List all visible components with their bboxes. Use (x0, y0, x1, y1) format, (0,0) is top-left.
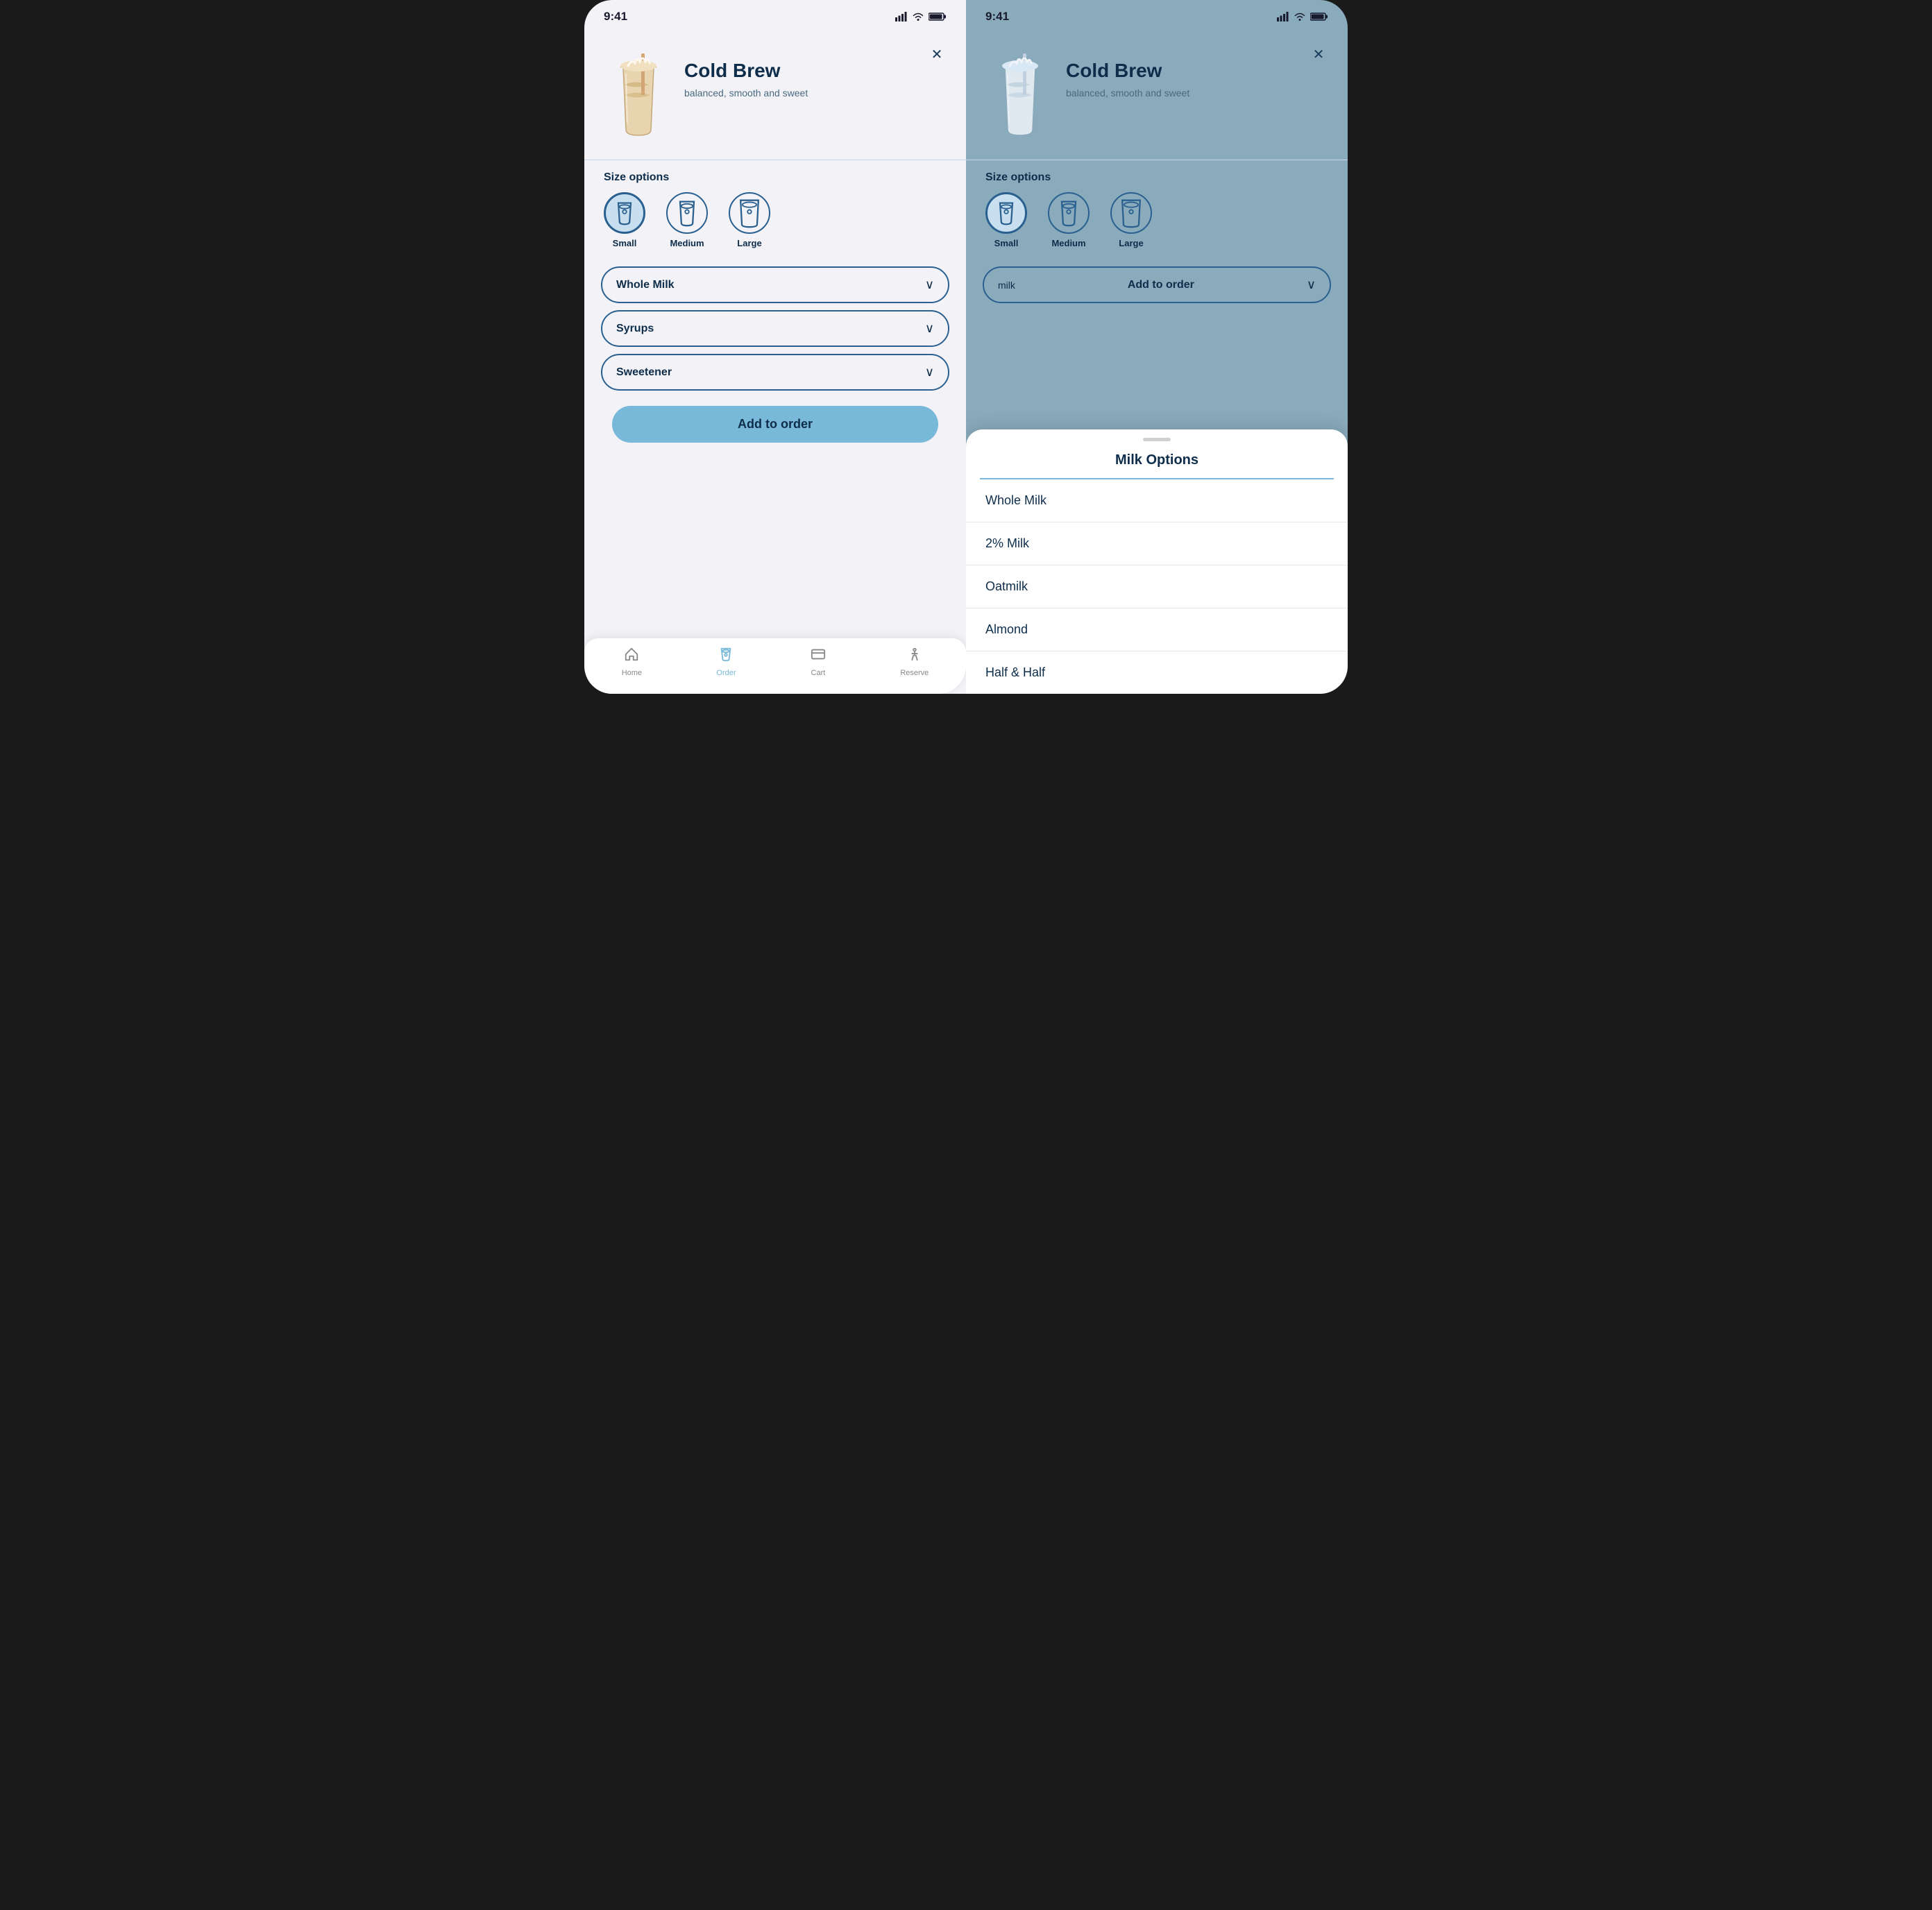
order-bar-right[interactable]: milk Add to order ∨ (983, 266, 1331, 303)
status-time-left: 9:41 (604, 10, 627, 24)
milk-option-almond[interactable]: Almond (966, 608, 1348, 651)
cart-label-left: Cart (811, 669, 826, 677)
cold-brew-image-left (611, 46, 666, 144)
close-button-right[interactable]: ✕ (1306, 42, 1331, 67)
nav-home-left[interactable]: Home (622, 647, 642, 677)
sheet-title: Milk Options (980, 452, 1334, 479)
product-info-right: Cold Brew balanced, smooth and sweet (1066, 43, 1189, 101)
product-image-right (985, 43, 1055, 147)
product-desc-left: balanced, smooth and sweet (684, 86, 808, 101)
size-small-label-left: Small (613, 238, 637, 248)
home-icon-left (624, 647, 639, 666)
milk-option-2pct[interactable]: 2% Milk (966, 522, 1348, 565)
signal-icon (895, 12, 908, 22)
cup-small-icon (613, 201, 636, 225)
right-screen: 9:41 ✕ (966, 0, 1348, 694)
size-options-left: Small Medium (584, 192, 966, 259)
product-info-left: Cold Brew balanced, smooth and sweet (684, 43, 808, 101)
add-to-order-button-left[interactable]: Add to order (612, 406, 938, 443)
milk-option-oat[interactable]: Oatmilk (966, 565, 1348, 608)
size-section-label-left: Size options (584, 160, 966, 192)
product-header-right: Cold Brew balanced, smooth and sweet (966, 29, 1348, 147)
size-large-left[interactable]: Large (729, 192, 770, 248)
nav-cart-left[interactable]: Cart (811, 647, 826, 677)
bottom-sheet: Milk Options Whole Milk 2% Milk Oatmilk … (966, 429, 1348, 694)
cup-small-icon-right (995, 201, 1017, 225)
size-small-right[interactable]: Small (985, 192, 1027, 248)
size-section-label-right: Size options (966, 160, 1348, 192)
size-large-label-left: Large (737, 238, 761, 248)
nav-order-left[interactable]: Order (716, 647, 736, 677)
size-medium-icon-left[interactable] (666, 192, 708, 234)
milk-option-whole[interactable]: Whole Milk (966, 479, 1348, 522)
product-header-left: Cold Brew balanced, smooth and sweet (584, 29, 966, 147)
reserve-label-left: Reserve (900, 669, 929, 677)
whole-milk-dropdown[interactable]: Whole Milk ∨ (601, 266, 949, 303)
reserve-icon-left (907, 647, 922, 666)
home-label-left: Home (622, 669, 642, 677)
size-large-label-right: Large (1119, 238, 1143, 248)
cup-medium-icon (676, 199, 698, 227)
status-icons-left (895, 12, 947, 22)
syrups-dropdown[interactable]: Syrups ∨ (601, 310, 949, 347)
product-name-left: Cold Brew (684, 60, 808, 82)
size-medium-right[interactable]: Medium (1048, 192, 1090, 248)
status-time-right: 9:41 (985, 10, 1009, 24)
size-medium-icon-right[interactable] (1048, 192, 1090, 234)
add-to-order-bar-label: Add to order (1015, 279, 1307, 291)
cup-medium-icon-right (1058, 199, 1080, 227)
size-options-right: Small Medium (966, 192, 1348, 259)
size-medium-left[interactable]: Medium (666, 192, 708, 248)
whole-milk-chevron: ∨ (925, 278, 934, 292)
order-label-left: Order (716, 669, 736, 677)
sheet-handle (1143, 438, 1171, 441)
cart-icon-left (811, 647, 826, 666)
product-name-right: Cold Brew (1066, 60, 1189, 82)
size-large-icon-right[interactable] (1110, 192, 1152, 234)
milk-options-modal: Milk Options Whole Milk 2% Milk Oatmilk … (966, 429, 1348, 694)
milk-option-half[interactable]: Half & Half (966, 651, 1348, 694)
bottom-nav-left: Home Order (584, 638, 966, 694)
milk-bar-label: milk (998, 280, 1015, 291)
order-icon-left (718, 647, 734, 666)
cold-brew-image-right (992, 46, 1048, 144)
wifi-icon-right (1294, 12, 1306, 22)
sweetener-dropdown[interactable]: Sweetener ∨ (601, 354, 949, 391)
wifi-icon (912, 12, 924, 22)
size-small-icon-right[interactable] (985, 192, 1027, 234)
product-image-left (604, 43, 673, 147)
status-bar-left: 9:41 (584, 0, 966, 29)
battery-icon (929, 12, 947, 22)
size-medium-label-left: Medium (670, 238, 704, 248)
left-screen: 9:41 (584, 0, 966, 694)
size-small-icon-left[interactable] (604, 192, 645, 234)
cup-large-icon-right (1119, 198, 1144, 228)
size-small-left[interactable]: Small (604, 192, 645, 248)
order-bar-chevron: ∨ (1307, 278, 1316, 292)
battery-icon-right (1310, 12, 1328, 22)
sweetener-chevron: ∨ (925, 365, 934, 380)
whole-milk-label: Whole Milk (616, 279, 675, 291)
syrups-label: Syrups (616, 323, 654, 335)
size-medium-label-right: Medium (1051, 238, 1085, 248)
nav-reserve-left[interactable]: Reserve (900, 647, 929, 677)
size-small-label-right: Small (994, 238, 1019, 248)
syrups-chevron: ∨ (925, 321, 934, 336)
cup-large-icon (737, 198, 762, 228)
status-icons-right (1277, 12, 1328, 22)
product-desc-right: balanced, smooth and sweet (1066, 86, 1189, 101)
signal-icon-right (1277, 12, 1289, 22)
sweetener-label: Sweetener (616, 366, 672, 379)
size-large-icon-left[interactable] (729, 192, 770, 234)
size-large-right[interactable]: Large (1110, 192, 1152, 248)
close-button-left[interactable]: ✕ (924, 42, 949, 67)
status-bar-right: 9:41 (966, 0, 1348, 29)
